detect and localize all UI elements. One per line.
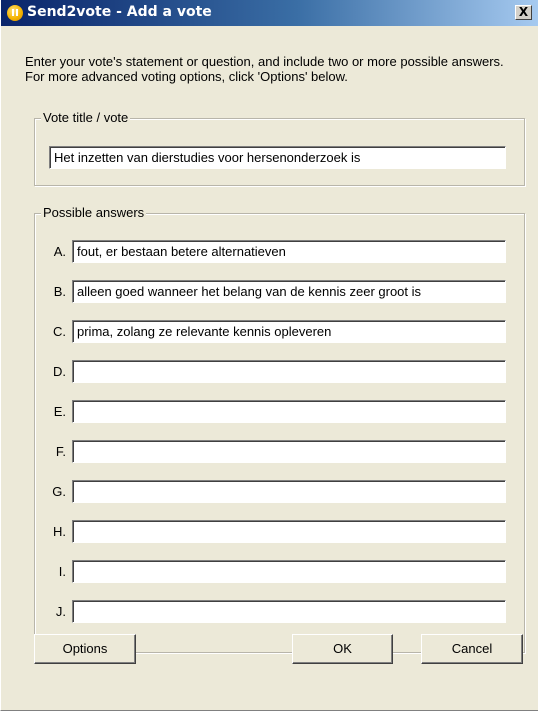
dialog-content: Enter your vote's statement or question,… (1, 26, 538, 710)
answer-letter-d: D. (53, 364, 66, 379)
possible-answers-group: Possible answers A. fout, er bestaan bet… (34, 205, 525, 653)
answer-letter-g: G. (52, 484, 66, 499)
answer-letter-b: B. (53, 284, 66, 299)
vote-title-legend: Vote title / vote (41, 110, 131, 125)
answer-letter-a: A. (53, 244, 66, 259)
title-bar[interactable]: Send2vote - Add a vote X (1, 0, 538, 26)
answer-letter-j: J. (55, 604, 66, 619)
vote-title-group: Vote title / vote Het inzetten van diers… (34, 110, 525, 186)
answer-input-i[interactable] (72, 560, 506, 583)
answer-input-e[interactable] (72, 400, 506, 423)
add-vote-dialog: Send2vote - Add a vote X Enter your vote… (0, 0, 538, 711)
vote-title-input[interactable]: Het inzetten van dierstudies voor hersen… (49, 146, 506, 169)
send2vote-app-icon (7, 5, 23, 21)
answer-input-j[interactable] (72, 600, 506, 623)
ok-button[interactable]: OK (292, 634, 393, 664)
instructions-text: Enter your vote's statement or question,… (25, 54, 504, 84)
options-button[interactable]: Options (34, 634, 136, 664)
window-title: Send2vote - Add a vote (27, 4, 212, 20)
close-button[interactable]: X (515, 5, 532, 20)
cancel-button[interactable]: Cancel (421, 634, 523, 664)
answer-letter-f: F. (55, 444, 66, 459)
possible-answers-legend: Possible answers (41, 205, 147, 220)
answer-input-c[interactable]: prima, zolang ze relevante kennis opleve… (72, 320, 506, 343)
answer-input-a[interactable]: fout, er bestaan betere alternatieven (72, 240, 506, 263)
answer-letter-c: C. (53, 324, 66, 339)
answer-input-g[interactable] (72, 480, 506, 503)
answer-input-h[interactable] (72, 520, 506, 543)
answer-input-b[interactable]: alleen goed wanneer het belang van de ke… (72, 280, 506, 303)
answer-letter-i: I. (58, 564, 66, 579)
answer-input-f[interactable] (72, 440, 506, 463)
answer-letter-h: H. (53, 524, 66, 539)
answer-letter-e: E. (53, 404, 66, 419)
answer-input-d[interactable] (72, 360, 506, 383)
